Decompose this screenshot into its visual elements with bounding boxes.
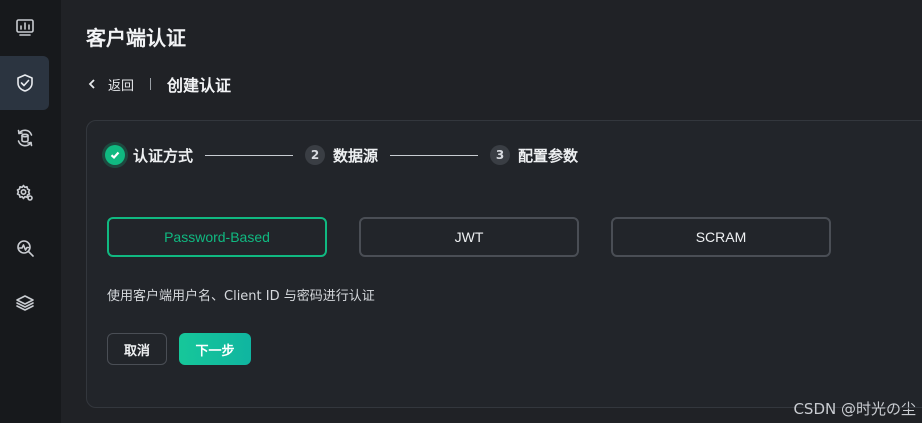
back-link[interactable]: 返回	[86, 75, 134, 94]
option-label: SCRAM	[695, 229, 747, 245]
shield-check-icon	[16, 74, 33, 92]
step-data-source: 2 数据源	[305, 145, 378, 166]
option-jwt[interactable]: JWT	[359, 217, 579, 257]
form-actions: 取消 下一步	[107, 333, 251, 365]
step-connector	[390, 154, 479, 156]
breadcrumb-divider	[150, 78, 152, 90]
stepper: 认证方式 2 数据源 3 配置参数	[105, 143, 578, 167]
dashboard-chart-icon	[15, 19, 34, 36]
auth-method-options: Password-Based JWT SCRAM	[107, 217, 863, 257]
cancel-button[interactable]: 取消	[107, 333, 167, 365]
next-step-button[interactable]: 下一步	[179, 333, 251, 365]
step-number: 2	[305, 145, 326, 165]
sidebar-item-security[interactable]	[0, 56, 49, 110]
data-sync-icon	[17, 129, 32, 147]
step-number: 3	[490, 145, 511, 165]
auth-method-description: 使用客户端用户名、Client ID 与密码进行认证	[107, 289, 375, 304]
gear-cog-icon	[16, 184, 33, 201]
option-label: Password-Based	[164, 229, 270, 245]
step-label: 配置参数	[518, 146, 579, 165]
monitor-search-icon	[16, 240, 34, 257]
step-auth-method: 认证方式	[105, 145, 193, 166]
sidebar	[0, 0, 61, 423]
layers-icon	[15, 295, 34, 311]
step-config-params: 3 配置参数	[490, 145, 578, 166]
sidebar-item-management[interactable]	[0, 166, 49, 220]
sidebar-item-integration[interactable]	[0, 111, 49, 165]
chevron-left-icon	[88, 79, 95, 89]
step-connector	[205, 154, 294, 156]
breadcrumb-current: 创建认证	[167, 76, 232, 95]
option-label: JWT	[454, 229, 484, 245]
option-password-based[interactable]: Password-Based	[107, 217, 327, 257]
sidebar-item-extensions[interactable]	[0, 276, 49, 330]
step-label: 认证方式	[133, 146, 194, 165]
back-label: 返回	[108, 78, 135, 94]
create-auth-card: 认证方式 2 数据源 3 配置参数 Password-Based JWT SCR…	[86, 120, 922, 408]
breadcrumb: 返回 创建认证	[86, 72, 231, 96]
sidebar-item-dashboard[interactable]	[0, 0, 49, 54]
watermark: CSDN @时光の尘	[793, 400, 916, 418]
page-title: 客户端认证	[86, 26, 186, 50]
check-icon	[110, 151, 120, 160]
step-done-badge	[105, 145, 125, 165]
option-scram[interactable]: SCRAM	[611, 217, 831, 257]
sidebar-item-diagnose[interactable]	[0, 221, 49, 275]
step-label: 数据源	[333, 146, 379, 165]
